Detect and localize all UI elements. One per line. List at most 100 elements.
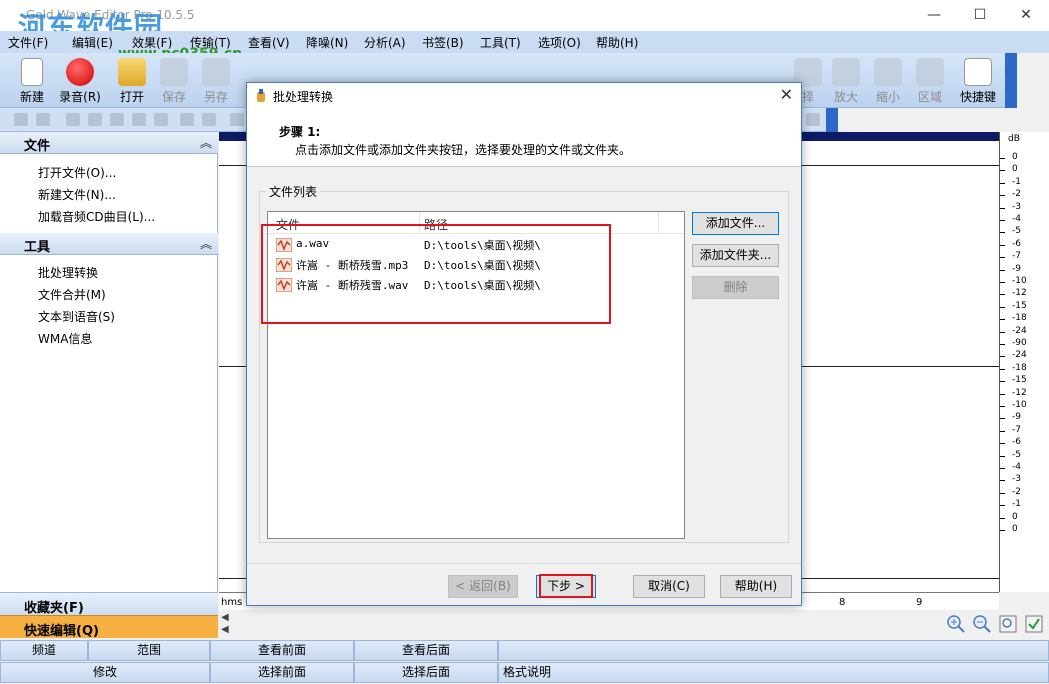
db-scale-label: -6	[1012, 437, 1021, 448]
menu-edit[interactable]: 编辑(E)	[72, 34, 113, 51]
help-button[interactable]: 帮助(H)	[720, 575, 792, 598]
add-file-button[interactable]: 添加文件...	[692, 212, 779, 235]
tool-icon[interactable]	[88, 113, 102, 126]
db-scale-tick	[1000, 443, 1005, 445]
info-cell	[498, 640, 1049, 661]
db-scale-tick	[1000, 170, 1005, 172]
keyboard-icon	[964, 58, 992, 86]
view-after-cell[interactable]: 查看后面	[354, 640, 498, 661]
batch-convert-link[interactable]: 批处理转换	[38, 264, 98, 281]
column-separator[interactable]	[658, 212, 659, 234]
menu-noise[interactable]: 降噪(N)	[306, 34, 348, 51]
zoom-in-button[interactable]: 放大	[824, 53, 868, 108]
new-file-link[interactable]: 新建文件(N)...	[38, 186, 116, 203]
step-description: 点击添加文件或添加文件夹按钮，选择要处理的文件或文件夹。	[295, 143, 632, 157]
horizontal-scrollbar[interactable]: ◀ ◀	[219, 610, 939, 637]
db-scale-tick	[1000, 344, 1005, 345]
db-scale-tick	[1000, 269, 1005, 271]
tools-section-header[interactable]: 工具 ︽	[0, 233, 218, 255]
menu-file[interactable]: 文件(F)	[8, 34, 48, 51]
shortcuts-button[interactable]: 快捷键	[954, 53, 1002, 108]
tool-icon[interactable]	[202, 113, 216, 126]
channel-cell[interactable]: 频道	[0, 640, 88, 661]
db-scale-tick	[1000, 195, 1005, 197]
db-scale-label: -10	[1012, 400, 1027, 410]
menu-help[interactable]: 帮助(H)	[596, 34, 638, 51]
db-scale-label: -4	[1012, 214, 1021, 224]
menu-analyze[interactable]: 分析(A)	[364, 34, 406, 51]
timeline-mark: 8	[839, 597, 846, 608]
zoom-fit-icon[interactable]	[998, 614, 1018, 634]
tool-icon[interactable]	[154, 113, 168, 126]
tool-icon[interactable]	[132, 113, 146, 126]
range-cell[interactable]: 范围	[88, 640, 210, 661]
tool-icon[interactable]	[66, 113, 80, 126]
save-as-button[interactable]: 另存	[194, 53, 238, 108]
menu-bookmarks[interactable]: 书签(B)	[422, 34, 464, 51]
dialog-close-icon[interactable]: ✕	[780, 85, 793, 104]
collapse-icon[interactable]: ︽	[200, 235, 212, 252]
add-folder-button[interactable]: 添加文件夹...	[692, 244, 779, 267]
close-button[interactable]: ✕	[1003, 0, 1049, 31]
tool-icon[interactable]	[230, 113, 244, 126]
file-merge-link[interactable]: 文件合并(M)	[38, 286, 106, 303]
tool-icon[interactable]	[110, 113, 124, 126]
open-file-link[interactable]: 打开文件(O)...	[38, 164, 116, 181]
toolbar2-overflow-button[interactable]	[826, 108, 838, 132]
scroll-left-icon[interactable]: ◀	[221, 624, 229, 635]
toolbar-overflow-button[interactable]	[1005, 53, 1017, 108]
modify-cell[interactable]: 修改	[0, 662, 210, 683]
menu-options[interactable]: 选项(O)	[538, 34, 581, 51]
select-before-cell[interactable]: 选择前面	[210, 662, 354, 683]
db-scale-label: -3	[1012, 474, 1021, 485]
zoom-in-icon[interactable]	[946, 614, 966, 634]
tool-icon[interactable]	[806, 113, 820, 126]
region-button[interactable]: 区域	[908, 53, 952, 108]
load-cd-link[interactable]: 加载音频CD曲目(L)...	[38, 208, 155, 225]
highlight-next-button	[539, 574, 593, 598]
tool-icon[interactable]	[14, 113, 28, 126]
tool-icon[interactable]	[36, 113, 50, 126]
format-info-cell[interactable]: 格式说明	[498, 662, 1049, 683]
minimize-button[interactable]: —	[911, 0, 957, 31]
maximize-button[interactable]: ☐	[957, 0, 1003, 31]
text-to-speech-link[interactable]: 文本到语音(S)	[38, 308, 115, 325]
file-section-header[interactable]: 文件 ︽	[0, 132, 218, 154]
db-scale-tick	[1000, 257, 1005, 259]
status-grid: 频道 范围 查看前面 查看后面 修改 选择前面 选择后面 格式说明	[0, 640, 1049, 684]
batch-convert-dialog: 批处理转换 ✕ 步骤 1: 点击添加文件或添加文件夹按钮，选择要处理的文件或文件…	[246, 82, 802, 606]
wma-info-link[interactable]: WMA信息	[38, 330, 92, 347]
cancel-button[interactable]: 取消(C)	[633, 575, 705, 598]
quick-edit-header[interactable]: 快速编辑(Q)	[0, 615, 218, 639]
collapse-icon[interactable]: ︽	[200, 134, 212, 151]
db-scale-tick	[1000, 244, 1005, 246]
step-label: 步骤 1:	[279, 125, 321, 139]
zoom-out-icon[interactable]	[972, 614, 992, 634]
db-scale-label: -6	[1012, 238, 1021, 249]
menu-view[interactable]: 查看(V)	[248, 34, 290, 51]
db-scale-tick	[1000, 331, 1005, 333]
back-button[interactable]: < 返回(B)	[448, 575, 518, 598]
db-scale-label: -3	[1012, 201, 1021, 212]
highlight-file-list	[261, 224, 611, 324]
app-icon	[257, 89, 265, 102]
record-button[interactable]: 录音(R)	[58, 53, 102, 108]
group-label: 文件列表	[266, 183, 321, 200]
view-before-cell[interactable]: 查看前面	[210, 640, 354, 661]
zoom-out-button[interactable]: 缩小	[866, 53, 910, 108]
db-scale-label: -10	[1012, 276, 1027, 286]
favorites-header[interactable]: 收藏夹(F)	[0, 592, 218, 616]
new-button[interactable]: 新建	[10, 53, 54, 108]
confirm-icon[interactable]	[1024, 614, 1044, 634]
db-scale-label: -90	[1012, 338, 1027, 348]
db-scale-label: dB	[1008, 134, 1020, 144]
tool-icon[interactable]	[180, 113, 194, 126]
scroll-left-icon[interactable]: ◀	[221, 612, 229, 623]
delete-button[interactable]: 删除	[692, 276, 779, 299]
db-scale-label: -1	[1012, 176, 1021, 187]
select-after-cell[interactable]: 选择后面	[354, 662, 498, 683]
open-button[interactable]: 打开	[110, 53, 154, 108]
save-button[interactable]: 保存	[152, 53, 196, 108]
db-scale-tick	[1000, 182, 1005, 184]
menu-tools[interactable]: 工具(T)	[480, 34, 521, 51]
